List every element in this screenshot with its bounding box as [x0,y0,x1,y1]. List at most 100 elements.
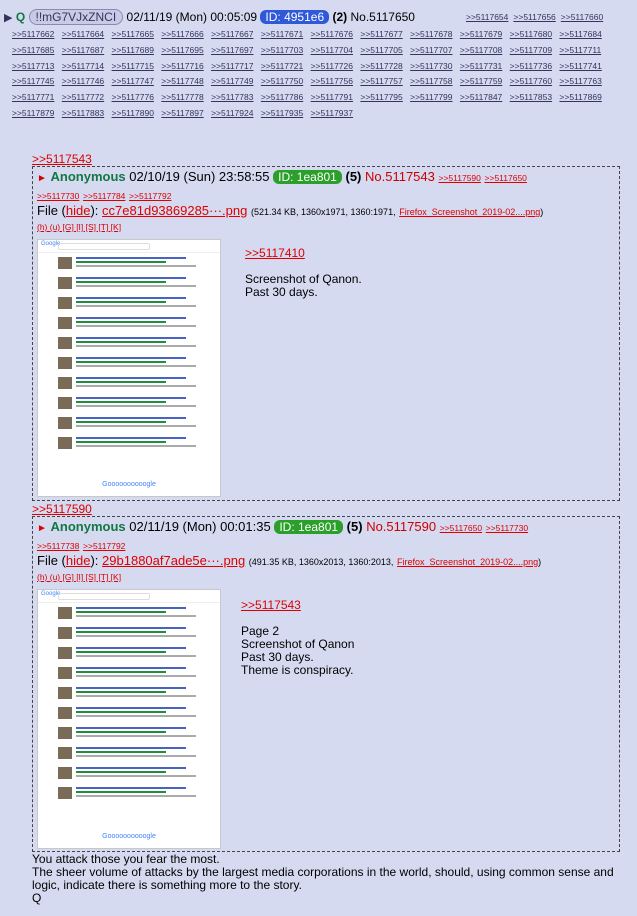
reply-link[interactable]: >>5117667 [211,29,253,39]
reply-link[interactable]: >>5117748 [161,76,203,86]
post-number[interactable]: No.5117590 [366,519,436,534]
reply-link[interactable]: >>5117897 [161,108,203,118]
reply-link[interactable]: >>5117678 [410,29,452,39]
reply-link[interactable]: >>5117771 [12,92,54,102]
reply-link[interactable]: >>5117935 [261,108,303,118]
reply-link[interactable]: >>5117687 [62,45,104,55]
reply-link[interactable]: >>5117869 [559,92,601,102]
reply-link[interactable]: >>5117760 [510,76,552,86]
collapse-triangle-icon[interactable]: ▶ [4,12,12,24]
expand-arrow-icon[interactable]: ► [37,523,47,534]
reply-link[interactable]: >>5117759 [460,76,502,86]
post-number[interactable]: No.5117650 [350,10,415,24]
reply-link[interactable]: >>5117758 [410,76,452,86]
reply-link[interactable]: >>5117937 [311,108,353,118]
reply-link[interactable]: >>5117650 [440,523,482,533]
reply-link[interactable]: >>5117697 [211,45,253,55]
reply-link[interactable]: >>5117689 [112,45,154,55]
original-filename-link[interactable]: Firefox_Screenshot_2019-02....png [399,207,540,217]
reply-link[interactable]: >>5117730 [486,523,528,533]
reply-link[interactable]: >>5117654 [466,12,508,22]
reply-link[interactable]: >>5117704 [311,45,353,55]
reply-link[interactable]: >>5117708 [460,45,502,55]
reply-link[interactable]: >>5117703 [261,45,303,55]
reply-link[interactable]: >>5117792 [129,191,171,201]
reply-link[interactable]: >>5117726 [311,61,353,71]
reply-link[interactable]: >>5117590 [439,173,481,183]
file-name-link[interactable]: 29b1880af7ade5e···.png [102,553,245,568]
reply-link[interactable]: >>5117676 [311,29,353,39]
reply-link[interactable]: >>5117883 [62,108,104,118]
reply-link[interactable]: >>5117660 [561,12,603,22]
reply-link[interactable]: >>5117684 [559,29,601,39]
hide-link[interactable]: hide [66,553,91,568]
reply-link[interactable]: >>5117738 [37,541,79,551]
reply-link[interactable]: >>5117717 [211,61,253,71]
reply-link[interactable]: >>5117799 [410,92,452,102]
reply-link[interactable]: >>5117890 [112,108,154,118]
post-number[interactable]: No.5117543 [365,169,435,184]
reply-link[interactable]: >>5117795 [360,92,402,102]
reply-link[interactable]: >>5117786 [261,92,303,102]
file-name-link[interactable]: cc7e81d93869285···.png [102,203,247,218]
reply-link[interactable]: >>5117707 [410,45,452,55]
reply-link[interactable]: >>5117745 [12,76,54,86]
image-tools[interactable]: (h) (u) [G] [I] [S] [T] [K] [37,222,121,232]
reply-link[interactable]: >>5117763 [559,76,601,86]
reply-link[interactable]: >>5117750 [261,76,303,86]
reply-link[interactable]: >>5117924 [211,108,253,118]
image-thumbnail[interactable]: Google Goooooooooogle [37,589,221,849]
reply-link[interactable]: >>5117749 [211,76,253,86]
reply-link[interactable]: >>5117847 [460,92,502,102]
reply-link[interactable]: >>5117730 [37,191,79,201]
reply-link[interactable]: >>5117715 [112,61,154,71]
reply-link[interactable]: >>5117730 [410,61,452,71]
reply-link[interactable]: >>5117679 [460,29,502,39]
poster-id-badge[interactable]: ID: 1ea801 [274,520,344,534]
reply-link[interactable]: >>5117792 [83,541,125,551]
reply-link[interactable]: >>5117705 [360,45,402,55]
image-tools[interactable]: (h) (u) [G] [I] [S] [T] [K] [37,572,121,582]
reply-link[interactable]: >>5117685 [12,45,54,55]
original-filename-link[interactable]: Firefox_Screenshot_2019-02....png [397,557,538,567]
reply-link[interactable]: >>5117746 [62,76,104,86]
reply-link[interactable]: >>5117650 [485,173,527,183]
reply-link[interactable]: >>5117778 [161,92,203,102]
reply-link[interactable]: >>5117741 [559,61,601,71]
reply-link[interactable]: >>5117772 [62,92,104,102]
reply-link[interactable]: >>5117656 [513,12,555,22]
reply-link[interactable]: >>5117784 [83,191,125,201]
quote-link[interactable]: >>5117543 [241,599,354,612]
reply-link[interactable]: >>5117662 [12,29,54,39]
reply-link[interactable]: >>5117879 [12,108,54,118]
poster-id-badge[interactable]: ID: 4951e6 [260,10,330,24]
reply-link[interactable]: >>5117677 [360,29,402,39]
reply-link[interactable]: >>5117721 [261,61,303,71]
hide-link[interactable]: hide [66,203,91,218]
reply-link[interactable]: >>5117783 [211,92,253,102]
image-thumbnail[interactable]: Google Goooooooooogle [37,239,221,497]
reply-link[interactable]: >>5117716 [161,61,203,71]
poster-id-badge[interactable]: ID: 1ea801 [273,170,342,184]
reply-link[interactable]: >>5117664 [62,29,104,39]
reply-link[interactable]: >>5117680 [510,29,552,39]
reply-link[interactable]: >>5117671 [261,29,303,39]
reply-link[interactable]: >>5117736 [510,61,552,71]
reply-link[interactable]: >>5117728 [360,61,402,71]
reply-link[interactable]: >>5117853 [510,92,552,102]
reply-link[interactable]: >>5117747 [112,76,154,86]
reply-link[interactable]: >>5117711 [559,45,601,55]
reply-link[interactable]: >>5117776 [112,92,154,102]
reply-link[interactable]: >>5117709 [510,45,552,55]
reply-link[interactable]: >>5117756 [311,76,353,86]
quote-link[interactable]: >>5117590 [32,502,92,516]
reply-link[interactable]: >>5117731 [460,61,502,71]
reply-link[interactable]: >>5117665 [112,29,154,39]
reply-link[interactable]: >>5117791 [311,92,353,102]
expand-arrow-icon[interactable]: ► [37,173,47,184]
reply-link[interactable]: >>5117714 [62,61,104,71]
reply-link[interactable]: >>5117666 [161,29,203,39]
quote-link[interactable]: >>5117543 [32,152,92,166]
reply-link[interactable]: >>5117713 [12,61,54,71]
reply-link[interactable]: >>5117757 [360,76,402,86]
